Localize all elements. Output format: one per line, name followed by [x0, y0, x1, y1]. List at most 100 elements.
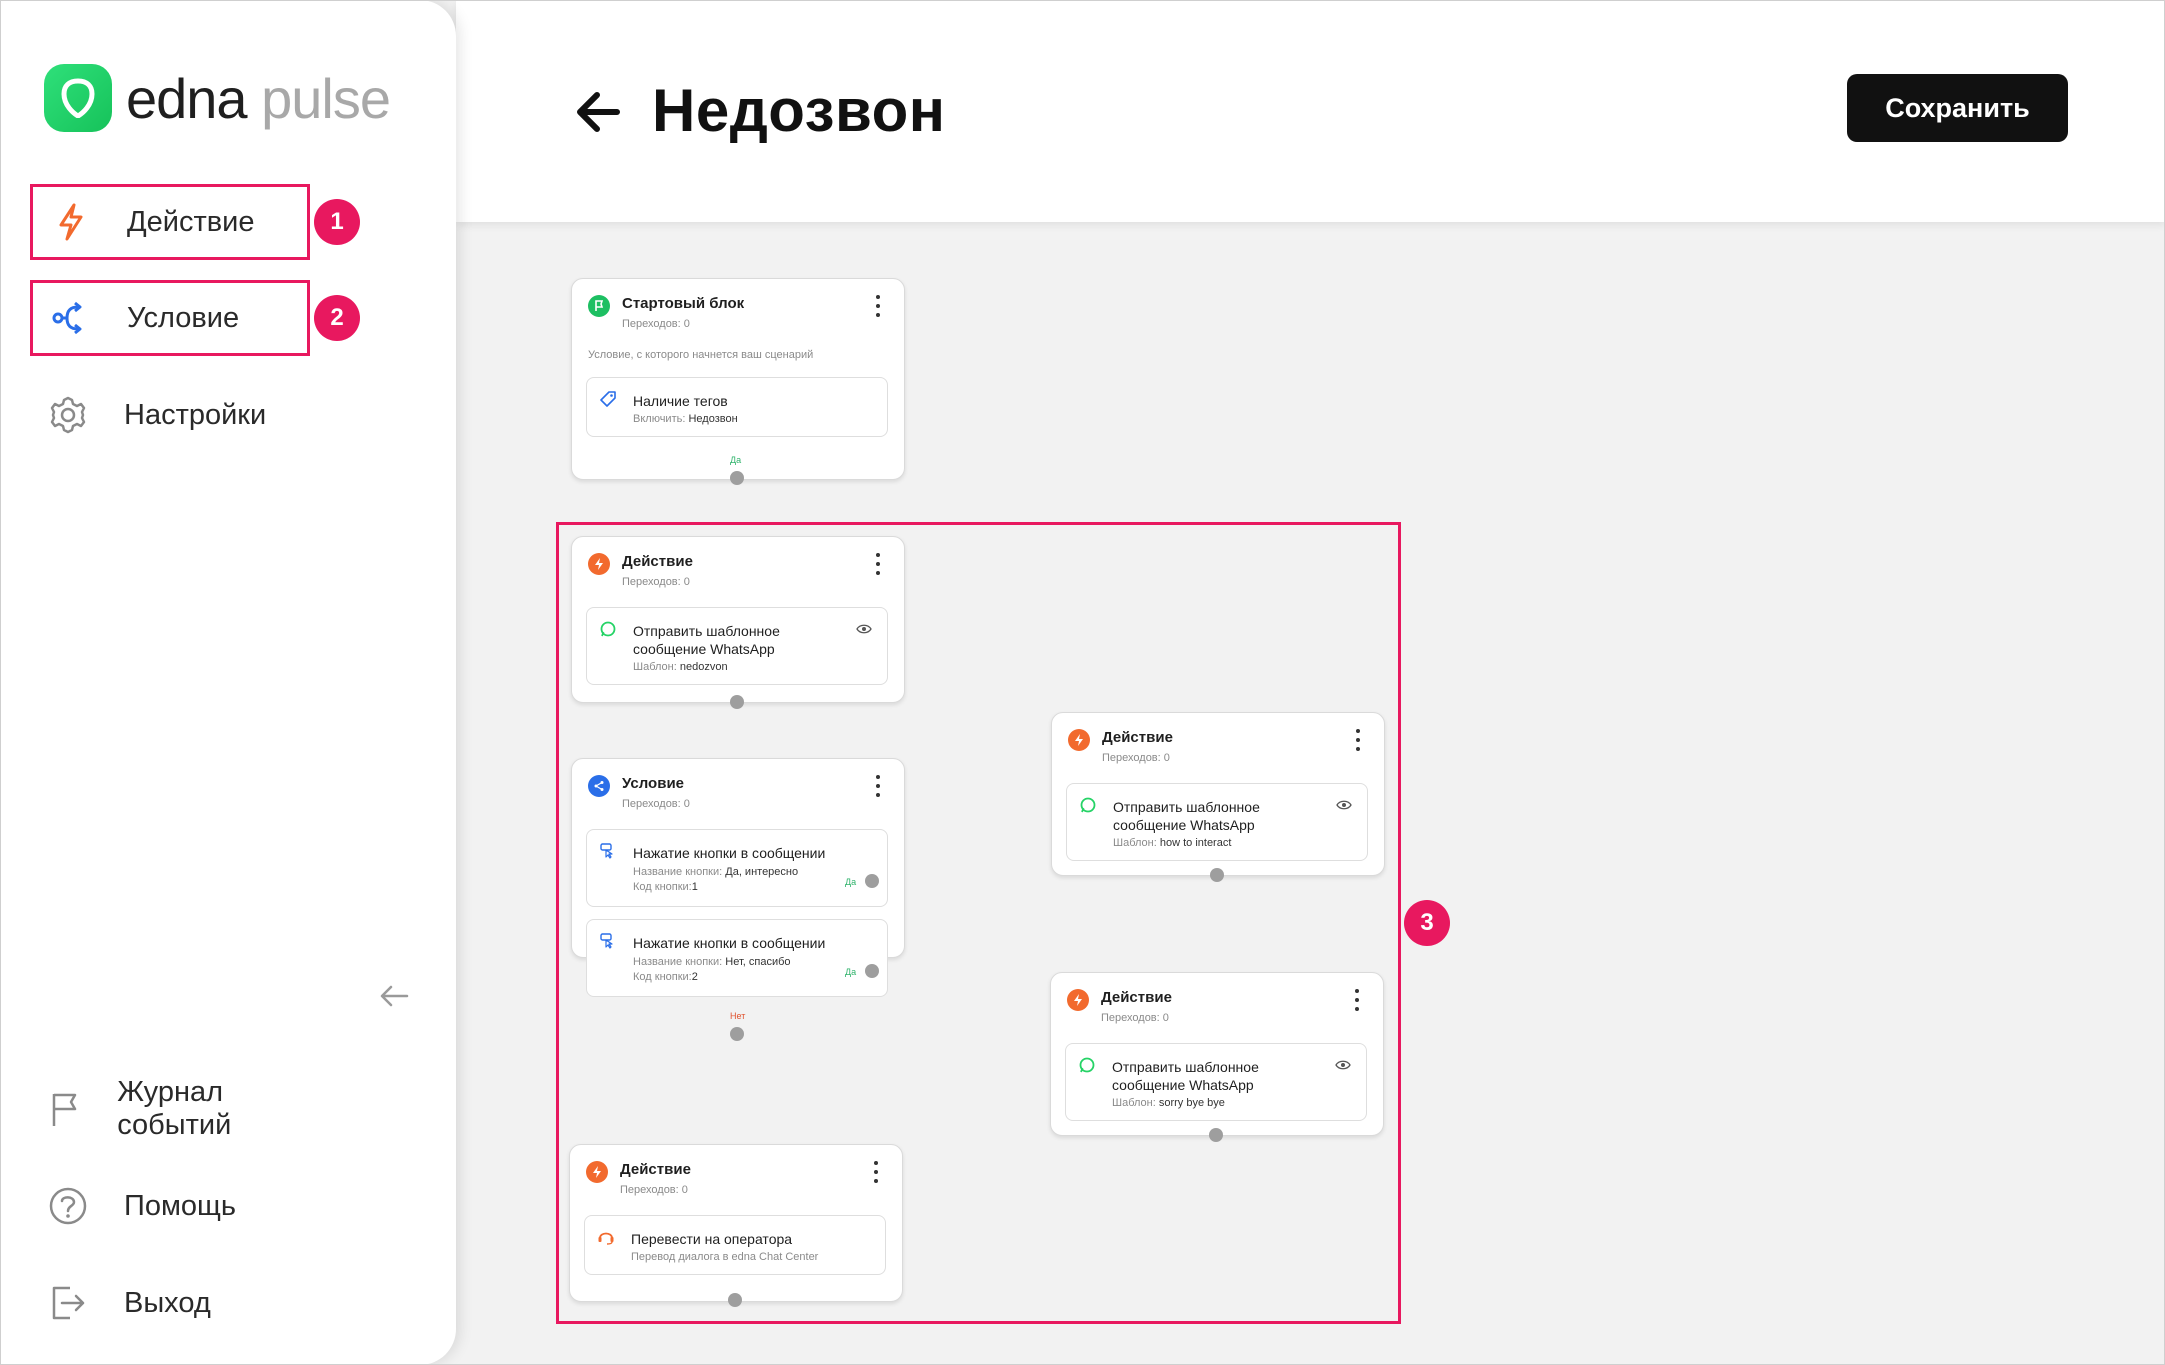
condition-detail: Включить: Недозвон — [633, 413, 738, 425]
save-button[interactable]: Сохранить — [1847, 74, 2068, 142]
sidebar-item-logout[interactable]: Выход — [30, 1265, 310, 1341]
transitions-count: Переходов: 0 — [622, 798, 690, 810]
flag-icon — [46, 1087, 83, 1131]
eye-icon[interactable] — [1332, 1056, 1354, 1074]
card-menu-button[interactable] — [1353, 989, 1361, 1011]
collapse-sidebar-button[interactable] — [372, 978, 416, 1014]
branch-icon — [588, 775, 610, 797]
card-title: Действие — [1102, 729, 1173, 746]
transitions-count: Переходов: 0 — [1101, 1012, 1169, 1024]
sidebar-item-event-log[interactable]: Журнал событий — [30, 1071, 310, 1147]
callout-badge: 2 — [314, 295, 360, 341]
output-port[interactable] — [1210, 868, 1224, 882]
action-block-card[interactable]: Действие Переходов: 0 Отправить шаблонно… — [571, 536, 905, 709]
whatsapp-icon — [599, 620, 617, 638]
port-label-no: Нет — [730, 1011, 746, 1021]
output-port[interactable] — [730, 695, 744, 709]
card-menu-button[interactable] — [874, 295, 882, 317]
output-port[interactable] — [728, 1293, 742, 1307]
output-port[interactable] — [730, 471, 744, 485]
arrow-left-icon — [380, 985, 409, 1007]
sidebar-item-label: Настройки — [124, 398, 267, 431]
output-port[interactable] — [865, 874, 879, 888]
condition-title: Наличие тегов — [633, 393, 728, 409]
action-item[interactable]: Перевести на оператора Перевод диалога в… — [584, 1215, 886, 1275]
output-port[interactable] — [865, 964, 879, 978]
arrow-left-icon — [577, 92, 620, 132]
transitions-count: Переходов: 0 — [620, 1184, 688, 1196]
logout-icon — [46, 1281, 90, 1325]
page-title: Недозвон — [652, 77, 946, 144]
port-label-yes: Да — [845, 877, 857, 887]
condition-item[interactable]: Наличие тегов Включить: Недозвон — [586, 377, 888, 437]
condition-title: Нажатие кнопки в сообщении — [633, 935, 826, 951]
action-block-card[interactable]: Действие Переходов: 0 Перевести на опера… — [569, 1144, 903, 1307]
action-title: Отправить шаблонное сообщение WhatsApp — [1113, 799, 1260, 833]
template-name: Шаблон: sorry bye bye — [1112, 1097, 1225, 1109]
operator-icon — [597, 1228, 615, 1246]
brand-name-part1: edna — [126, 66, 248, 130]
action-item[interactable]: Отправить шаблонное сообщение WhatsApp Ша… — [1065, 1043, 1367, 1121]
output-port[interactable] — [1209, 1128, 1223, 1142]
action-item[interactable]: Отправить шаблонное сообщение WhatsApp Ша… — [1066, 783, 1368, 861]
action-title: Отправить шаблонное сообщение WhatsApp — [633, 623, 780, 657]
button-name: Название кнопки: Нет, спасибо — [633, 956, 791, 968]
output-port[interactable] — [730, 1027, 744, 1041]
condition-item[interactable]: Нажатие кнопки в сообщении Название кноп… — [586, 919, 888, 997]
action-block-card[interactable]: Действие Переходов: 0 Отправить шаблонно… — [1050, 972, 1384, 1142]
tag-icon — [599, 390, 617, 408]
template-name: Шаблон: how to interact — [1113, 837, 1232, 849]
transitions-count: Переходов: 0 — [622, 576, 690, 588]
sidebar-item-settings[interactable]: Настройки — [30, 377, 310, 453]
condition-block-card[interactable]: Условие Переходов: 0 Нажатие кнопки в со… — [571, 758, 905, 1041]
gear-icon — [46, 393, 90, 437]
brand-name-part2: pulse — [261, 66, 391, 130]
port-label-yes: Да — [845, 967, 857, 977]
card-title: Действие — [620, 1161, 691, 1178]
condition-item[interactable]: Нажатие кнопки в сообщении Название кноп… — [586, 829, 888, 907]
eye-icon[interactable] — [853, 620, 875, 638]
card-menu-button[interactable] — [1354, 729, 1362, 751]
lightning-icon — [1068, 729, 1090, 751]
transitions-count: Переходов: 0 — [1102, 752, 1170, 764]
flag-icon — [588, 295, 610, 317]
transitions-count: Переходов: 0 — [622, 318, 690, 330]
lightning-icon — [586, 1161, 608, 1183]
button-code: Код кнопки:1 — [633, 881, 698, 893]
scenario-canvas[interactable]: Стартовый блок Переходов: 0 Условие, с к… — [456, 222, 2165, 1365]
sidebar-item-label: Условие — [127, 301, 240, 334]
action-block-card[interactable]: Действие Переходов: 0 Отправить шаблонно… — [1051, 712, 1385, 882]
start-block-card[interactable]: Стартовый блок Переходов: 0 Условие, с к… — [571, 278, 905, 485]
branch-icon — [49, 296, 93, 340]
eye-icon[interactable] — [1333, 796, 1355, 814]
action-title: Отправить шаблонное сообщение WhatsApp — [1112, 1059, 1259, 1093]
card-menu-button[interactable] — [874, 775, 882, 797]
button-name: Название кнопки: Да, интересно — [633, 866, 799, 878]
action-title: Перевести на оператора — [631, 1231, 793, 1247]
sidebar-item-label: Действие — [127, 205, 255, 238]
sidebar-item-label: Журнал событий — [117, 1076, 232, 1141]
sidebar-item-label: Помощь — [124, 1189, 237, 1222]
sidebar-item-condition[interactable]: Условие — [30, 280, 310, 356]
back-button[interactable] — [572, 88, 624, 136]
card-menu-button[interactable] — [872, 1161, 880, 1183]
sidebar-item-label: Выход — [124, 1286, 211, 1319]
lightning-icon — [1067, 989, 1089, 1011]
action-item[interactable]: Отправить шаблонное сообщение WhatsApp Ша… — [586, 607, 888, 685]
brand-logo[interactable]: edna pulse — [44, 64, 391, 132]
whatsapp-icon — [1078, 1056, 1096, 1074]
card-menu-button[interactable] — [874, 553, 882, 575]
sidebar-item-help[interactable]: Помощь — [30, 1168, 310, 1244]
card-title: Условие — [622, 775, 685, 792]
callout-badge: 1 — [314, 199, 360, 245]
card-title: Действие — [622, 553, 693, 570]
button-code: Код кнопки:2 — [633, 971, 698, 983]
button-click-icon — [599, 932, 617, 950]
page-header: Недозвон Сохранить — [456, 0, 2165, 222]
card-description: Условие, с которого начнется ваш сценари… — [588, 349, 814, 361]
lightning-icon — [588, 553, 610, 575]
callout-badge: 3 — [1404, 900, 1450, 946]
port-label-yes: Да — [730, 455, 742, 465]
template-name: Шаблон: nedozvon — [633, 661, 728, 673]
sidebar-item-action[interactable]: Действие — [30, 184, 310, 260]
